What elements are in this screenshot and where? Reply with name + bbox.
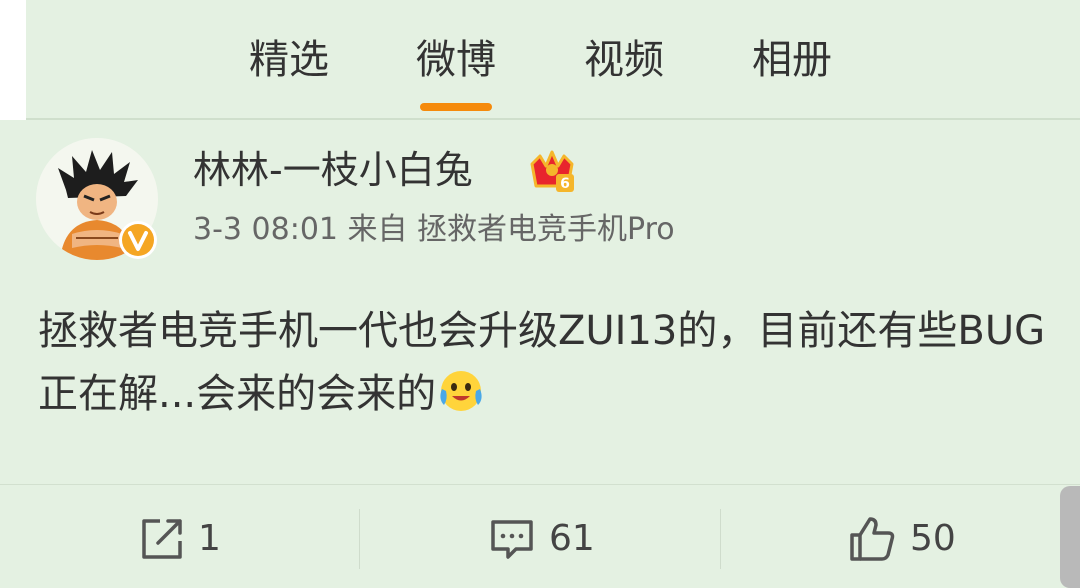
comment-button[interactable]: 61 (360, 485, 720, 588)
left-panel-edge (0, 0, 26, 120)
active-tab-indicator (420, 103, 492, 111)
comment-count: 61 (549, 518, 595, 559)
comment-icon (488, 515, 536, 563)
smiling-tears-emoji-icon (436, 365, 486, 415)
tab-featured[interactable]: 精选 (244, 30, 334, 90)
thumbs-up-icon (848, 515, 896, 563)
repost-icon (138, 515, 186, 563)
username[interactable]: 林林-一枝小白兔 (193, 145, 473, 195)
post-action-bar: 1 61 50 (0, 484, 1080, 588)
member-level: 6 (560, 176, 570, 192)
like-count: 50 (910, 518, 956, 559)
post-text: 拯救者电竞手机一代也会升级ZUI13的，目前还有些BUG正在解...会来的会来的 (38, 308, 1046, 417)
like-button[interactable]: 50 (720, 485, 1080, 588)
verified-badge-icon (118, 220, 158, 260)
post-content: 拯救者电竞手机一代也会升级ZUI13的，目前还有些BUG正在解...会来的会来的 (38, 300, 1048, 426)
scrollbar-thumb[interactable] (1060, 486, 1080, 588)
repost-count: 1 (198, 518, 221, 559)
member-crown-icon[interactable]: 6 (528, 148, 576, 194)
tab-album[interactable]: 相册 (747, 30, 837, 90)
weibo-post-page: 精选 微博 视频 相册 林林-一枝小白兔 6 3-3 08:01 来自 拯救者电… (0, 0, 1080, 588)
post-meta: 3-3 08:01 来自 拯救者电竞手机Pro (193, 212, 675, 247)
repost-button[interactable]: 1 (0, 485, 360, 588)
profile-tab-bar: 精选 微博 视频 相册 (0, 0, 1080, 120)
tab-weibo[interactable]: 微博 (411, 30, 501, 90)
tab-video[interactable]: 视频 (579, 30, 669, 90)
